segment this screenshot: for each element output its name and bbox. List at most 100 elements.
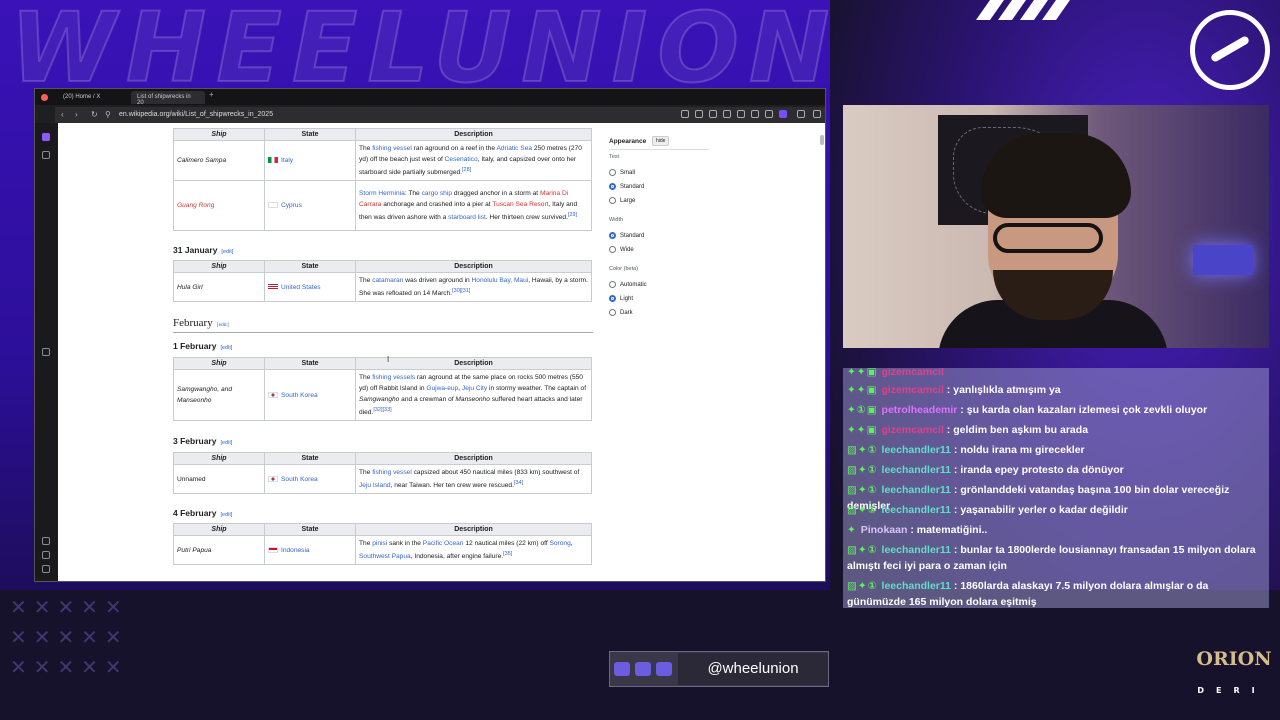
- chat-badges-icon: ✦①▣: [847, 404, 882, 416]
- width-option-standard[interactable]: Standard: [609, 232, 644, 241]
- youtube-icon: [656, 662, 672, 676]
- column-header-description: Description: [355, 260, 592, 273]
- toolbar-icon[interactable]: [723, 110, 731, 118]
- chat-username: leechandler11: [881, 484, 951, 496]
- ship-name: Hula Girl: [173, 271, 265, 303]
- browser-sidebar: [35, 123, 57, 581]
- close-window-icon[interactable]: [41, 94, 48, 101]
- text-option-standard[interactable]: Standard: [609, 183, 644, 192]
- ship-name: Samgwangho, and Manseonho: [173, 368, 265, 422]
- column-header-state: State: [264, 452, 356, 465]
- toolbar-icon[interactable]: [751, 110, 759, 118]
- ship-description: Storm Herminia: The cargo ship dragged a…: [355, 180, 592, 232]
- column-header-ship: Ship: [173, 128, 265, 141]
- edit-link[interactable]: [edit]: [220, 512, 232, 518]
- column-header-state: State: [264, 260, 356, 273]
- webcam-feed: [843, 105, 1269, 348]
- chat-message: ▨✦① leechandler11 : iranda epey protesto…: [847, 464, 1124, 476]
- edit-link[interactable]: [edit]: [221, 249, 233, 255]
- history-icon[interactable]: [42, 551, 50, 559]
- column-header-state: State: [264, 523, 356, 536]
- chat-message: ✦①▣ petrolheademir : şu karda olan kazal…: [847, 404, 1208, 416]
- toolbar-icon[interactable]: [681, 110, 689, 118]
- shipwreck-table: Ship State Description Hula Girl United St…: [173, 260, 592, 303]
- chat-username: leechandler11: [881, 464, 951, 476]
- back-icon[interactable]: ‹: [61, 110, 64, 119]
- ship-name: Putri Papua: [173, 534, 265, 566]
- chat-badges-icon: ▨✦①: [847, 504, 882, 516]
- color-option-dark[interactable]: Dark: [609, 309, 633, 318]
- text-option-large[interactable]: Large: [609, 197, 635, 206]
- chat-badges-icon: ▨✦①: [847, 544, 882, 556]
- forward-icon[interactable]: ›: [75, 110, 78, 119]
- chat-username: gizemcamcil: [881, 384, 944, 396]
- edit-link[interactable]: [edit]: [220, 345, 232, 351]
- toolbar-icon[interactable]: [765, 110, 773, 118]
- tab-bar: (20) Home / X List of shipwrecks in 20 +: [35, 89, 825, 106]
- toolbar-icon[interactable]: [695, 110, 703, 118]
- tab-wikipedia[interactable]: List of shipwrecks in 20: [131, 91, 205, 106]
- south-korea-flag-icon: [268, 391, 278, 398]
- reload-icon[interactable]: ↻: [91, 110, 98, 119]
- text-option-small[interactable]: Small: [609, 169, 635, 178]
- edit-link[interactable]: [edit]: [220, 440, 232, 446]
- hide-button[interactable]: hide: [652, 136, 670, 146]
- ship-description: The fishing vessel capsized about 450 na…: [355, 463, 592, 495]
- address-bar[interactable]: ‹ › ↻ ⚲ en.wikipedia.org/wiki/List_of_sh…: [55, 107, 825, 123]
- color-option-light[interactable]: Light: [609, 295, 633, 304]
- radio-icon[interactable]: [609, 246, 616, 253]
- heart-toolbar-icon[interactable]: [737, 110, 745, 118]
- page-scrollbar[interactable]: [820, 135, 824, 145]
- chat-badges-icon: ▨✦①: [847, 484, 882, 496]
- width-option-wide[interactable]: Wide: [609, 246, 634, 255]
- radio-icon[interactable]: [609, 281, 616, 288]
- menu-icon[interactable]: [813, 110, 821, 118]
- table-row: Guang Rong Cyprus Storm Herminia: The ca…: [173, 180, 592, 232]
- column-header-description: Description: [355, 523, 592, 536]
- chat-badges-icon: ✦✦▣: [847, 368, 882, 378]
- chat-username: gizemcamcil: [881, 368, 944, 378]
- radio-icon[interactable]: [609, 309, 616, 316]
- url-text[interactable]: en.wikipedia.org/wiki/List_of_shipwrecks…: [119, 111, 273, 118]
- new-tab-icon[interactable]: +: [209, 90, 214, 99]
- x-app-icon[interactable]: [42, 348, 50, 356]
- ship-state: South Korea: [264, 368, 356, 422]
- chat-panel: ✦✦▣ gizemcamcil ✦✦▣ gizemcamcil : yanlış…: [843, 368, 1269, 608]
- chat-username: leechandler11: [881, 504, 951, 516]
- more-icon[interactable]: [42, 565, 50, 573]
- radio-selected-icon[interactable]: [609, 183, 616, 190]
- column-header-description: Description: [355, 452, 592, 465]
- shipwreck-table: Ship State Description Samgwangho, and Man…: [173, 357, 592, 422]
- radio-icon[interactable]: [609, 197, 616, 204]
- wheelunion-logo: [1190, 10, 1270, 90]
- toolbar-icon[interactable]: [709, 110, 717, 118]
- radio-selected-icon[interactable]: [609, 295, 616, 302]
- chat-message: ▨✦① leechandler11 : bunlar ta 1800lerde …: [847, 544, 1256, 572]
- site-info-icon[interactable]: ⚲: [105, 110, 111, 119]
- ship-name[interactable]: Guang Rong: [173, 180, 265, 232]
- chat-username: leechandler11: [881, 580, 951, 592]
- section-heading: 4 February [edit]: [173, 508, 233, 518]
- neon-light: [1193, 245, 1253, 275]
- column-header-ship: Ship: [173, 523, 265, 536]
- radio-selected-icon[interactable]: [609, 232, 616, 239]
- social-bar: @wheelunion: [609, 651, 829, 687]
- ship-state: Cyprus: [264, 180, 356, 232]
- chat-username: petrolheademir: [881, 404, 958, 416]
- tab-x-home[interactable]: (20) Home / X: [57, 91, 127, 104]
- shipwreck-table: Ship State Description Calimero Sampa Ital…: [173, 128, 592, 232]
- heading-divider: [173, 332, 593, 333]
- profile-icon[interactable]: [797, 110, 805, 118]
- ship-description: The catamaran was driven aground in Hono…: [355, 271, 592, 303]
- text-size-label: Text: [609, 154, 620, 160]
- color-option-automatic[interactable]: Automatic: [609, 281, 647, 290]
- chat-message: ▨✦① leechandler11 : noldu irana mı girec…: [847, 444, 1085, 456]
- radio-icon[interactable]: [609, 169, 616, 176]
- extension-icon[interactable]: [779, 110, 787, 118]
- star-icon[interactable]: [42, 151, 50, 159]
- edit-link[interactable]: [edit]: [217, 322, 229, 328]
- heart-icon[interactable]: [42, 537, 50, 545]
- ship-name: Unnamed: [173, 463, 265, 495]
- home-icon[interactable]: [42, 133, 50, 141]
- chat-username: leechandler11: [881, 544, 951, 556]
